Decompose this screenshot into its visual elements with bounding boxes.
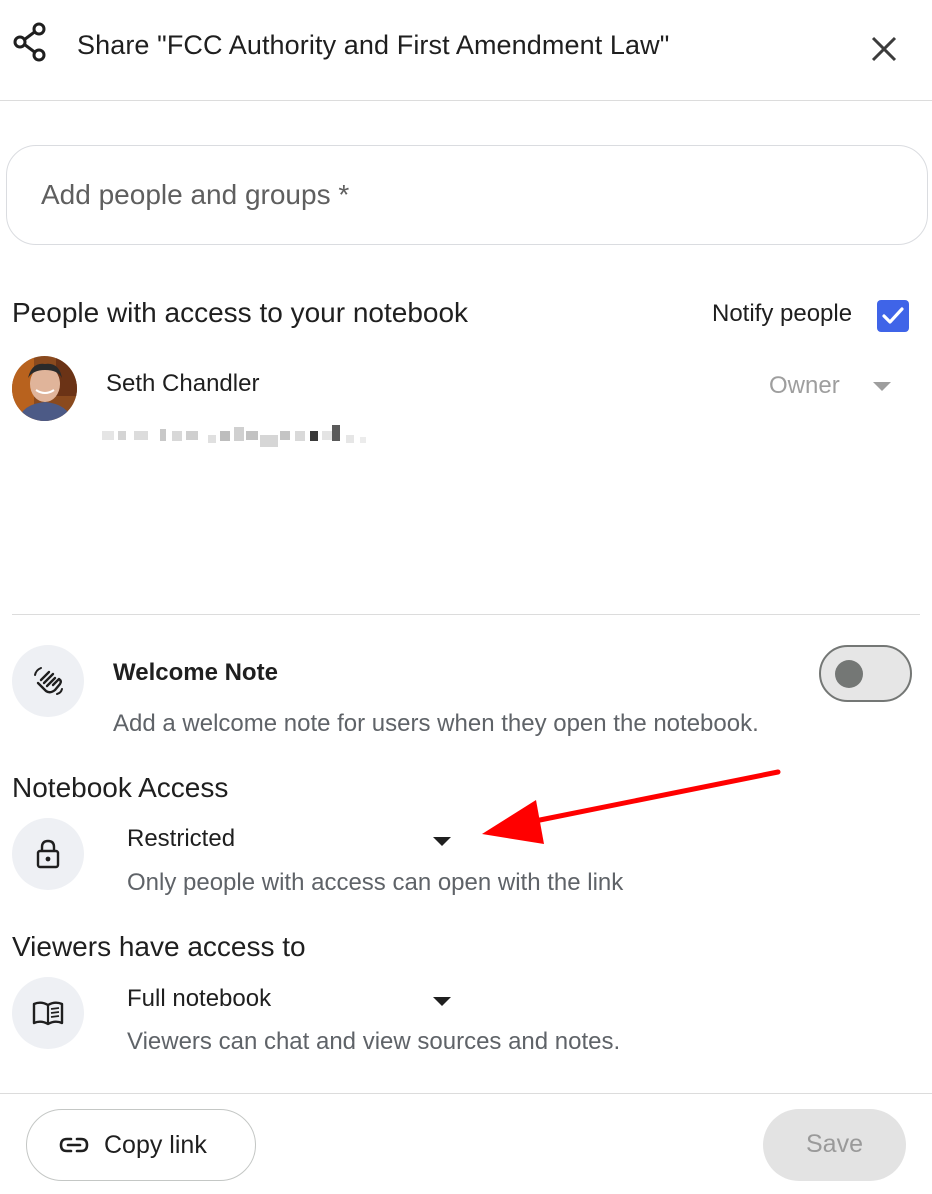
- book-icon-container: [12, 977, 84, 1049]
- copy-link-label: Copy link: [104, 1131, 207, 1159]
- notebook-access-description: Only people with access can open with th…: [127, 869, 624, 896]
- waving-hand-icon: [34, 667, 63, 695]
- dialog-header: Share "FCC Authority and First Amendment…: [0, 0, 932, 101]
- book-icon: [32, 1001, 64, 1026]
- link-icon: [59, 1137, 89, 1153]
- notebook-access-select[interactable]: Restricted: [127, 825, 457, 861]
- redacted-email: [102, 425, 366, 447]
- caret-down-icon: [873, 382, 891, 391]
- lock-icon: [36, 839, 60, 869]
- people-access-heading: People with access to your notebook: [12, 297, 469, 328]
- caret-down-icon: [433, 997, 451, 1006]
- caret-down-icon: [433, 837, 451, 846]
- add-people-input[interactable]: [6, 145, 928, 245]
- welcome-note-icon-container: [12, 645, 84, 717]
- annotation-arrow: [482, 769, 781, 844]
- notebook-access-heading: Notebook Access: [12, 772, 229, 803]
- viewers-access-select[interactable]: Full notebook: [127, 985, 457, 1021]
- viewers-access-value: Full notebook: [127, 985, 272, 1012]
- notify-people-checkbox[interactable]: [877, 300, 909, 332]
- welcome-note-description: Add a welcome note for users when they o…: [113, 710, 759, 737]
- close-icon[interactable]: [864, 29, 904, 69]
- viewers-access-heading: Viewers have access to: [12, 931, 306, 962]
- welcome-note-title: Welcome Note: [113, 659, 278, 686]
- save-label: Save: [806, 1130, 863, 1158]
- notebook-access-value: Restricted: [127, 825, 236, 852]
- notify-people-label: Notify people: [712, 300, 853, 327]
- viewers-access-description: Viewers can chat and view sources and no…: [127, 1028, 621, 1055]
- welcome-note-toggle[interactable]: [819, 645, 912, 702]
- section-divider: [12, 614, 920, 615]
- save-button[interactable]: Save: [763, 1109, 906, 1181]
- lock-icon-container: [12, 818, 84, 890]
- avatar: [12, 356, 77, 421]
- share-icon: [13, 22, 46, 62]
- toggle-knob: [835, 660, 863, 688]
- copy-link-button[interactable]: Copy link: [26, 1109, 256, 1181]
- dialog-title: Share "FCC Authority and First Amendment…: [77, 30, 670, 60]
- person-name: Seth Chandler: [106, 370, 260, 397]
- role-label: Owner: [769, 372, 840, 399]
- footer-divider: [0, 1093, 932, 1094]
